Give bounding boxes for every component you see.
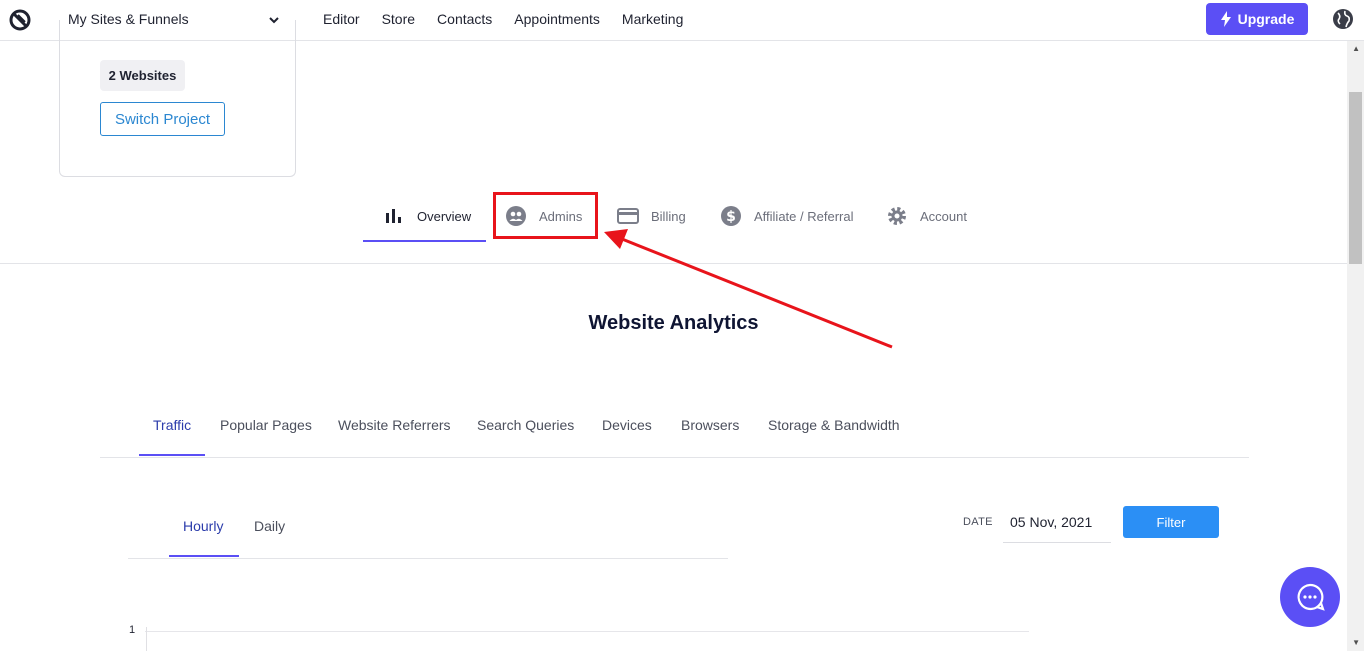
date-input[interactable]: 05 Nov, 2021 (1003, 506, 1111, 543)
analytics-tab-indicator (139, 454, 205, 456)
chart-y-axis (146, 627, 147, 651)
active-tab-indicator (363, 240, 486, 242)
tab-affiliate-label: Affiliate / Referral (754, 208, 854, 224)
bar-chart-icon (386, 209, 401, 223)
upgrade-label: Upgrade (1237, 11, 1295, 27)
interval-tabs: Hourly Daily (128, 505, 728, 559)
tab-overview[interactable]: Overview (383, 190, 471, 242)
y-axis-tick-label: 1 (129, 624, 136, 636)
tab-devices[interactable]: Devices (602, 417, 652, 433)
tab-storage-bandwidth[interactable]: Storage & Bandwidth (768, 417, 900, 433)
logo-icon[interactable] (9, 9, 31, 31)
tab-traffic[interactable]: Traffic (153, 417, 191, 433)
dollar-icon: $ (721, 206, 741, 226)
websites-count-badge: 2 Websites (100, 60, 185, 91)
switch-project-button[interactable]: Switch Project (100, 102, 225, 136)
gear-icon (888, 207, 906, 225)
tab-hourly[interactable]: Hourly (183, 518, 223, 534)
tab-website-referrers[interactable]: Website Referrers (338, 417, 451, 433)
admins-highlight-box (493, 192, 598, 239)
tab-account-label: Account (920, 208, 967, 224)
upgrade-button[interactable]: Upgrade (1206, 3, 1308, 35)
date-label: DATE (963, 516, 993, 528)
chat-button[interactable] (1280, 567, 1340, 627)
tab-overview-label: Overview (417, 208, 472, 224)
interval-tab-indicator (169, 555, 239, 557)
tab-daily[interactable]: Daily (254, 518, 285, 534)
nav-contacts[interactable]: Contacts (437, 11, 492, 27)
nav-editor[interactable]: Editor (323, 11, 360, 27)
globe-icon[interactable] (1332, 8, 1354, 30)
analytics-tabs: Traffic Popular Pages Website Referrers … (100, 405, 1249, 458)
scroll-down-arrow-icon[interactable]: ▼ (1352, 638, 1360, 647)
credit-card-icon (617, 208, 639, 224)
scroll-up-arrow-icon[interactable]: ▲ (1352, 44, 1360, 53)
nav-marketing[interactable]: Marketing (622, 11, 683, 27)
tab-popular-pages[interactable]: Popular Pages (220, 417, 312, 433)
filter-button[interactable]: Filter (1123, 506, 1219, 538)
tab-browsers[interactable]: Browsers (681, 417, 739, 433)
nav-appointments[interactable]: Appointments (514, 11, 600, 27)
red-arrow-annotation (604, 229, 893, 349)
svg-text:$: $ (726, 209, 736, 225)
chat-icon (1297, 583, 1325, 611)
lightning-icon (1220, 11, 1231, 27)
chart-gridline (145, 631, 1029, 632)
page-title: Website Analytics (588, 312, 759, 334)
nav-store[interactable]: Store (382, 11, 415, 27)
tab-search-queries[interactable]: Search Queries (477, 417, 574, 433)
project-card (59, 20, 296, 177)
scrollbar-thumb[interactable] (1349, 92, 1362, 264)
tab-billing-label: Billing (651, 208, 686, 224)
